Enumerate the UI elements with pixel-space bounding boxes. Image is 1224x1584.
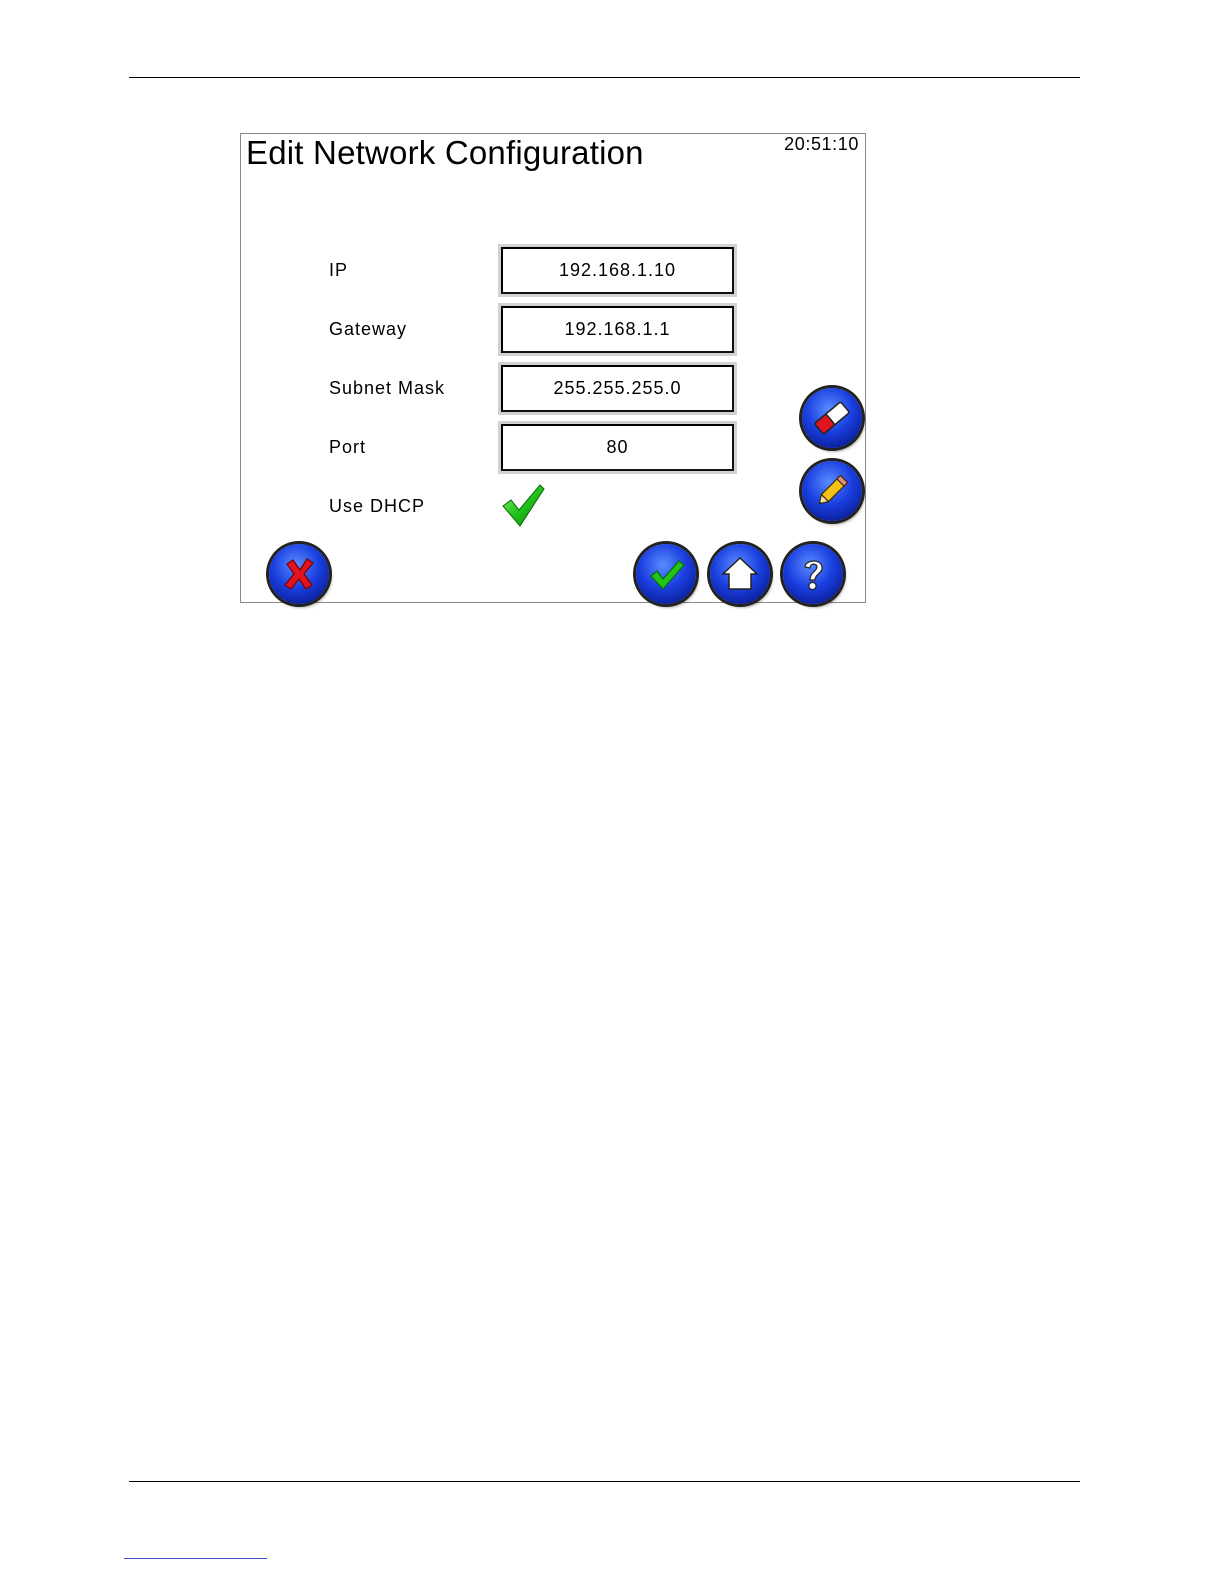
home-icon <box>721 556 759 590</box>
subnet-mask-label: Subnet Mask <box>329 378 446 398</box>
green-check-icon <box>650 560 685 590</box>
gateway-field[interactable]: 192.168.1.1 <box>498 303 737 356</box>
page-footer-rule <box>129 1481 1080 1482</box>
use-dhcp-label: Use DHCP <box>329 496 426 516</box>
hmi-screen: Edit Network Configuration 20:51:10 IP 1… <box>240 133 866 604</box>
red-x-icon <box>284 558 314 590</box>
subnet-mask-value: 255.255.255.0 <box>501 365 734 412</box>
eraser-button[interactable] <box>802 388 862 448</box>
cancel-button[interactable] <box>269 544 329 604</box>
pencil-icon <box>818 474 849 505</box>
port-value: 80 <box>501 424 734 471</box>
ip-field[interactable]: 192.168.1.10 <box>498 244 737 297</box>
help-button[interactable] <box>783 544 843 604</box>
use-dhcp-checkbox[interactable] <box>500 482 548 530</box>
page-header-rule <box>129 77 1080 78</box>
accept-button[interactable] <box>636 544 696 604</box>
home-button[interactable] <box>710 544 770 604</box>
subnet-mask-field[interactable]: 255.255.255.0 <box>498 362 737 415</box>
question-mark-icon <box>804 560 823 591</box>
pencil-button[interactable] <box>802 461 862 521</box>
clock: 20:51:10 <box>784 134 859 154</box>
footer-link-underline <box>124 1558 267 1559</box>
ip-value: 192.168.1.10 <box>501 247 734 294</box>
port-field[interactable]: 80 <box>498 421 737 474</box>
gateway-label: Gateway <box>329 319 408 339</box>
page-title: Edit Network Configuration <box>246 134 644 171</box>
gateway-value: 192.168.1.1 <box>501 306 734 353</box>
ip-label: IP <box>329 260 349 280</box>
green-checkmark-icon <box>502 484 545 527</box>
eraser-icon <box>814 401 850 435</box>
port-label: Port <box>329 437 367 457</box>
